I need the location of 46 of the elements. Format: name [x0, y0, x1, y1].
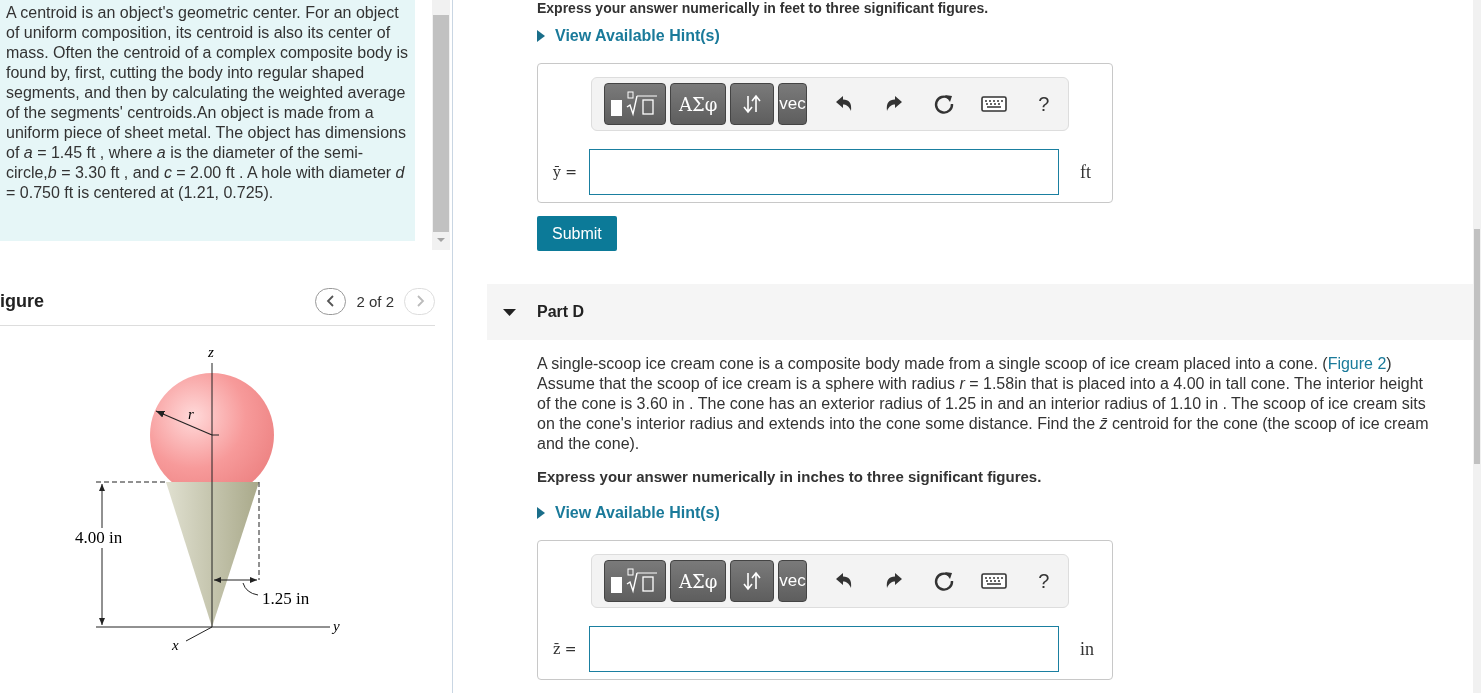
instruction-text: Express your answer numerically in inches to three significant figures. — [537, 468, 1043, 485]
up-down-arrows-icon — [743, 571, 762, 591]
chevron-left-icon — [325, 294, 336, 308]
problem-text: A centroid is an object's geometric center. For an object of uniform composition, its centroid is also its center of mass. Often the centroid of a complex composite body is found by, first, cutting the body into regular shaped segments, and then by calculating the weighted average of the segments' centroids.An object is made from a uniform piece of sheet metal. The object has dimensions of a = 1.45 ft , where a is the diameter of the semi-circle,b = 3.30 ft , and c = 2.00 ft . A hole with diameter d = 0.750 ft is centered at (1.21, 0.725). — [0, 0, 415, 241]
submit-button[interactable]: Submit — [537, 216, 617, 251]
caret-icon — [537, 507, 545, 519]
figure-title: igure — [0, 290, 45, 312]
greek-symbols-button[interactable]: ΑΣφ — [670, 560, 727, 602]
reset-icon — [932, 93, 955, 115]
hint-link[interactable]: View Available Hint(s) — [555, 27, 720, 45]
unit-label: ft — [1080, 161, 1091, 183]
vector-button[interactable]: vec — [778, 560, 807, 602]
up-down-arrows-icon — [743, 94, 762, 114]
arrow-button[interactable] — [730, 560, 775, 602]
axis-label: x — [172, 637, 179, 653]
keyboard-icon — [980, 96, 1007, 112]
template-button[interactable] — [604, 560, 666, 602]
reset-icon — [932, 570, 955, 592]
keyboard-icon — [980, 573, 1007, 589]
unit-label: in — [1080, 638, 1094, 660]
figure-counter: 2 of 2 — [356, 292, 394, 310]
variable-label: ȳ = — [553, 164, 579, 180]
dimension-label: 1.25 in — [262, 589, 310, 608]
help-button[interactable]: ? — [1020, 561, 1067, 601]
arrow-button[interactable] — [730, 83, 775, 125]
answer-field[interactable] — [589, 149, 1059, 195]
part-title[interactable]: Part D — [537, 303, 585, 321]
instruction-text: Express your answer numerically in feet to three significant figures. — [537, 0, 990, 16]
problem-text: A single-scoop ice cream cone is a composite body made from a single scoop of ice cream placed into a cone. (Figure 2) Assume that the scoop of ice cream is a sphere with radius r = 1.58in that is placed into a 4.00 in tall cone. The interior height of the cone is 3.60 in . The cone has an exterior radius of 1.25 in and an interior radius of 1.10 in . The scoop of ice cream sits on the cone's interior radius and extends into the cone some distance. Find the z̄ centroid for the cone (the scoop of ice cream and the cone). — [537, 354, 1430, 454]
variable-label: z̄ = — [553, 641, 578, 657]
axis-label: z — [208, 344, 214, 360]
hint-link[interactable]: View Available Hint(s) — [555, 504, 720, 522]
template-button[interactable] — [604, 83, 666, 125]
chevron-right-icon — [414, 294, 425, 308]
scrollbar[interactable] — [1473, 0, 1481, 693]
previous-button[interactable] — [315, 287, 347, 315]
caret-icon — [537, 30, 545, 42]
radius-label: r — [188, 406, 194, 422]
answer-field[interactable] — [589, 626, 1059, 672]
dimension-label: 4.00 in — [75, 528, 123, 547]
help-button[interactable]: ? — [1020, 84, 1067, 124]
axis-label: y — [333, 618, 340, 634]
vector-button[interactable]: vec — [778, 83, 807, 125]
greek-symbols-button[interactable]: ΑΣφ — [670, 83, 727, 125]
figure-link[interactable]: Figure 2 — [1327, 355, 1387, 372]
scrollbar[interactable] — [432, 0, 450, 250]
